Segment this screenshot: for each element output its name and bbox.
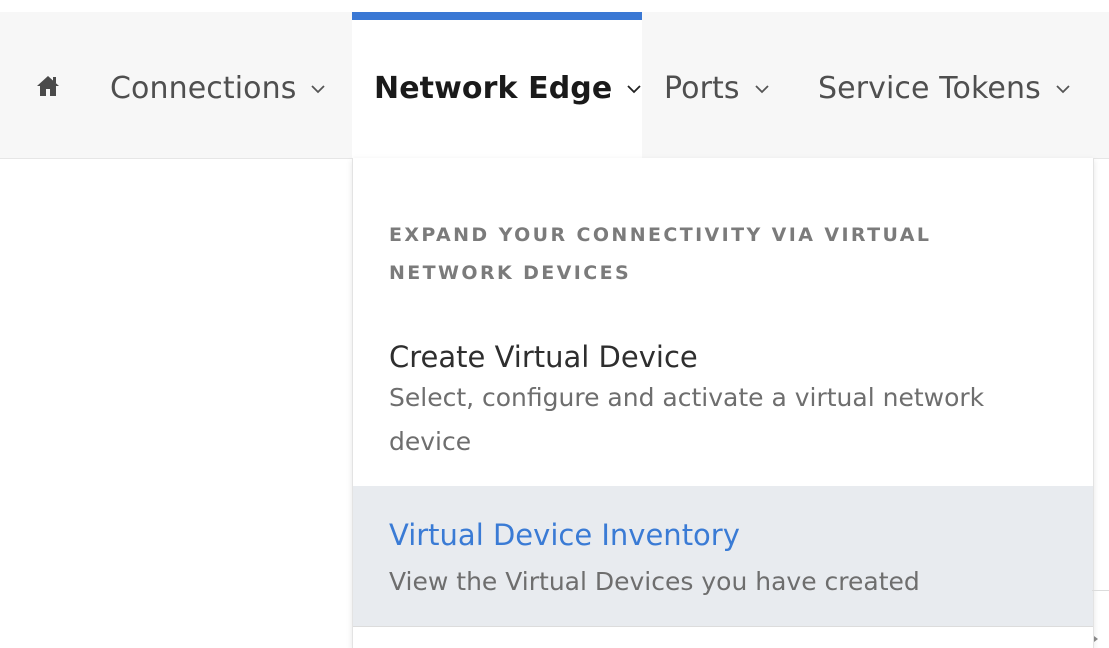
home-icon[interactable]	[36, 74, 60, 98]
menu-item-title: Virtual Device Inventory	[389, 518, 740, 552]
menu-item-virtual-device-inventory[interactable]: Virtual Device Inventory View the Virtua…	[353, 486, 1093, 626]
nav-item-label: Ports	[664, 70, 740, 106]
chevron-down-icon	[311, 85, 326, 94]
menu-item-description: View the Virtual Devices you have create…	[389, 567, 920, 596]
dropdown-heading: EXPAND YOUR CONNECTIVITY VIA VIRTUAL NET…	[389, 224, 932, 284]
nav-item-label: Connections	[110, 70, 297, 106]
nav-item-connections[interactable]: Connections	[110, 68, 326, 108]
dropdown-divider	[353, 626, 1093, 627]
menu-item-create-virtual-device[interactable]: Create Virtual Device Select, configure …	[353, 334, 1093, 484]
page: Connections Network Edge Ports Service T…	[0, 0, 1109, 648]
nav-item-service-tokens[interactable]: Service Tokens	[818, 68, 1071, 108]
menu-item-description: Select, configure and activate a virtual…	[389, 383, 985, 456]
active-tab-indicator	[352, 12, 642, 20]
chevron-down-icon	[1056, 85, 1070, 94]
menu-item-title: Create Virtual Device	[389, 340, 698, 374]
nav-item-ports[interactable]: Ports	[664, 68, 770, 108]
network-edge-dropdown: EXPAND YOUR CONNECTIVITY VIA VIRTUAL NET…	[352, 158, 1094, 648]
chevron-down-icon	[754, 85, 769, 94]
divider	[1092, 590, 1109, 591]
nav-item-label: Service Tokens	[818, 70, 1041, 106]
nav-item-label: Network Edge	[374, 70, 613, 106]
nav-item-network-edge[interactable]: Network Edge	[374, 68, 642, 108]
chevron-down-icon	[627, 85, 641, 94]
caret-right-icon	[1094, 636, 1098, 642]
